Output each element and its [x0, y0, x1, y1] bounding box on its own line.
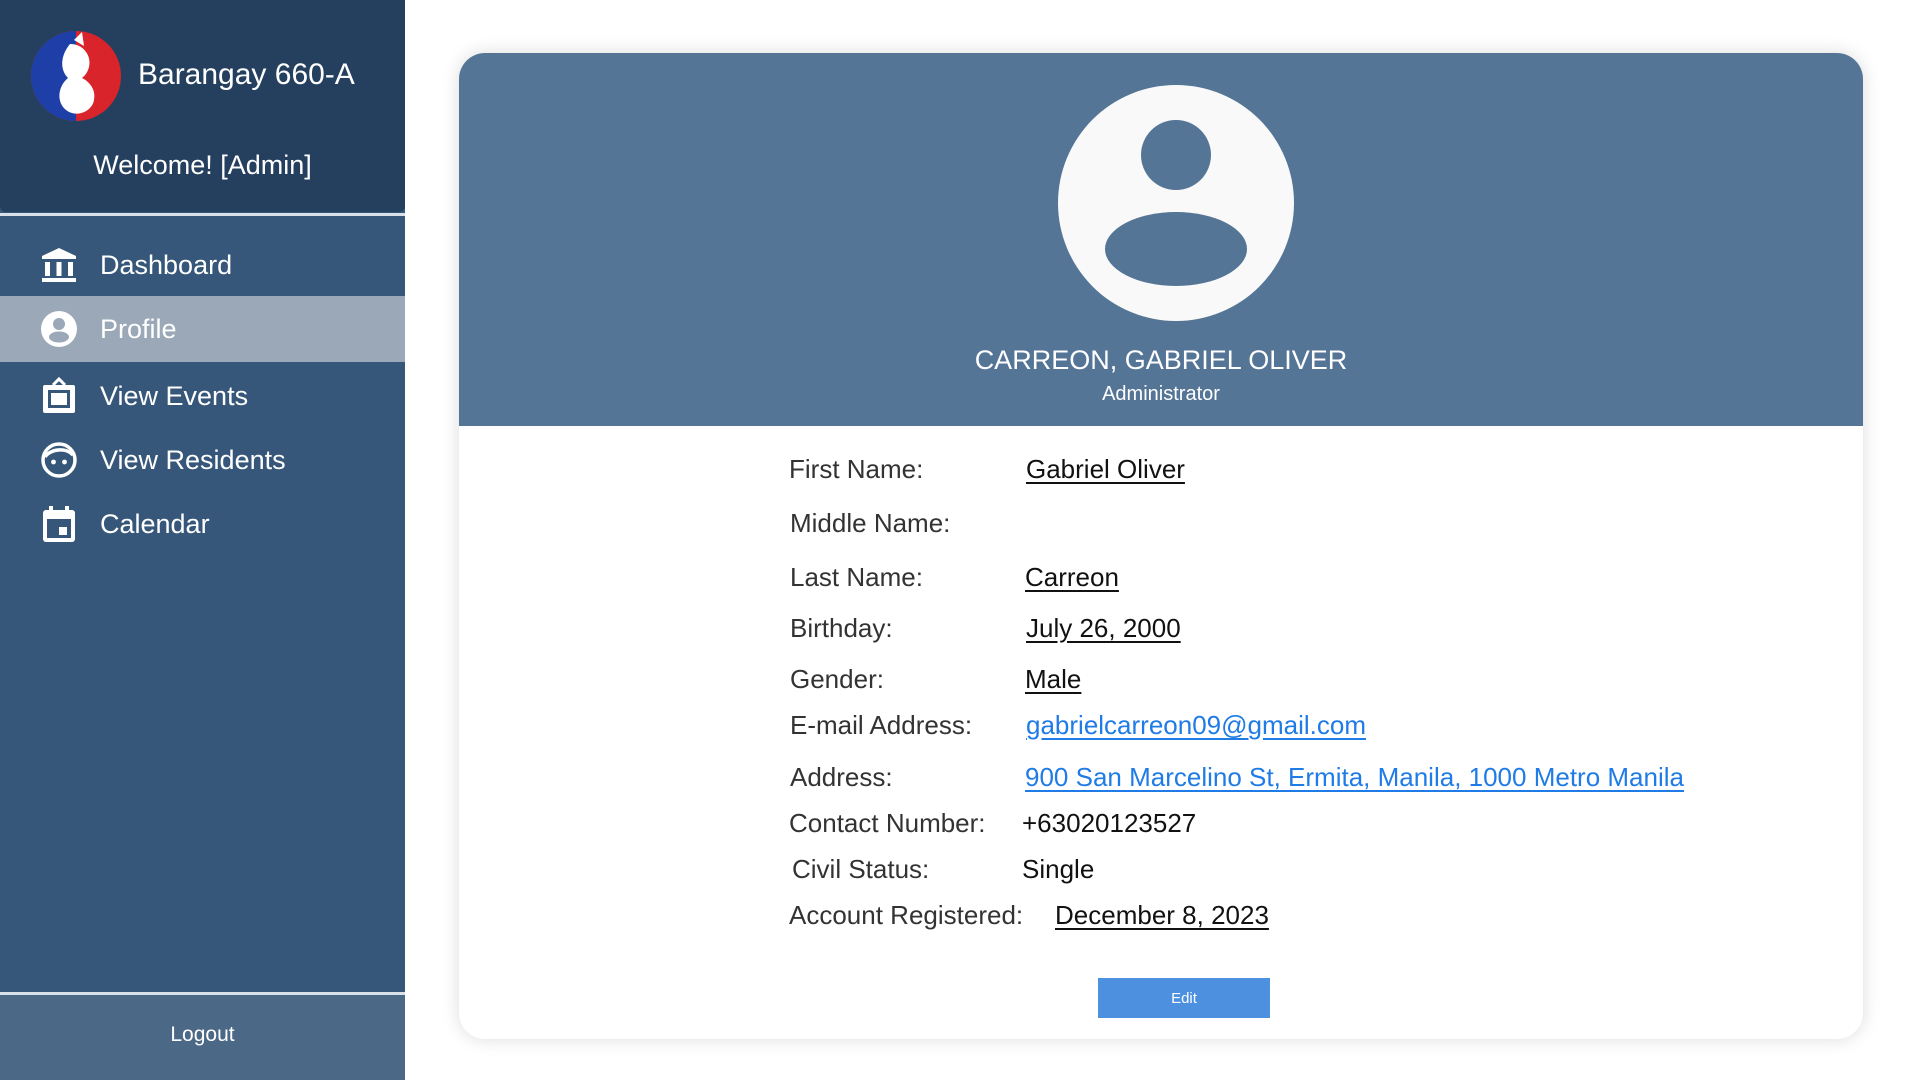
calendar-icon	[38, 503, 80, 545]
sidebar-item-label: Profile	[100, 313, 177, 344]
civil-status-value: Single	[1022, 854, 1095, 884]
sidebar: Barangay 660-A Welcome! [Admin] Dashboar…	[0, 0, 405, 1080]
edit-button[interactable]: Edit	[1098, 978, 1270, 1018]
sidebar-item-label: Dashboard	[100, 249, 233, 280]
civil-status-label: Civil Status:	[792, 854, 930, 884]
avatar-icon	[1058, 85, 1294, 321]
last-name-label: Last Name:	[790, 562, 923, 592]
barangay-logo	[31, 31, 121, 121]
account-registered-value: December 8, 2023	[1055, 900, 1269, 930]
birthday-label: Birthday:	[790, 613, 893, 643]
sidebar-item-view-events[interactable]: View Events	[0, 363, 405, 429]
gender-value: Male	[1025, 664, 1082, 694]
email-link[interactable]: gabrielcarreon09@gmail.com	[1026, 710, 1366, 741]
sidebar-item-label: Calendar	[100, 508, 210, 539]
contact-number-value: +63020123527	[1022, 808, 1197, 838]
sidebar-item-label: View Events	[100, 380, 249, 411]
sidebar-item-dashboard[interactable]: Dashboard	[0, 232, 405, 298]
profile-header: CARREON, GABRIEL OLIVER Administrator	[459, 53, 1863, 426]
logout-button[interactable]: Logout	[0, 1023, 405, 1047]
sidebar-item-profile[interactable]: Profile	[0, 296, 405, 362]
address-label: Address:	[790, 762, 893, 792]
account-registered-label: Account Registered:	[789, 900, 1024, 930]
first-name-label: First Name:	[789, 454, 924, 484]
middle-name-label: Middle Name:	[790, 508, 951, 538]
contact-number-label: Contact Number:	[789, 808, 986, 838]
welcome-message: Welcome! [Admin]	[93, 150, 312, 180]
profile-role: Administrator	[1102, 383, 1220, 405]
last-name-value: Carreon	[1025, 562, 1119, 592]
bank-icon	[38, 244, 80, 286]
gender-label: Gender:	[790, 664, 884, 694]
profile-name: CARREON, GABRIEL OLIVER	[974, 345, 1348, 375]
sidebar-item-view-residents[interactable]: View Residents	[0, 427, 405, 493]
email-label: E-mail Address:	[790, 710, 973, 740]
birthday-value: July 26, 2000	[1026, 613, 1181, 643]
brand-header: Barangay 660-A Welcome! [Admin]	[0, 0, 405, 212]
sidebar-item-calendar[interactable]: Calendar	[0, 491, 405, 557]
divider	[0, 213, 405, 216]
sidebar-item-label: View Residents	[100, 444, 286, 475]
logout-area: Logout	[0, 995, 405, 1080]
address-link[interactable]: 900 San Marcelino St, Ermita, Manila, 10…	[1025, 762, 1684, 793]
frame-icon	[38, 375, 80, 417]
profile-card: CARREON, GABRIEL OLIVER Administrator Fi…	[459, 53, 1863, 1039]
app-title: Barangay 660-A	[138, 58, 355, 91]
face-icon	[38, 439, 80, 481]
user-circle-icon	[38, 308, 80, 350]
first-name-value: Gabriel Oliver	[1026, 454, 1185, 484]
